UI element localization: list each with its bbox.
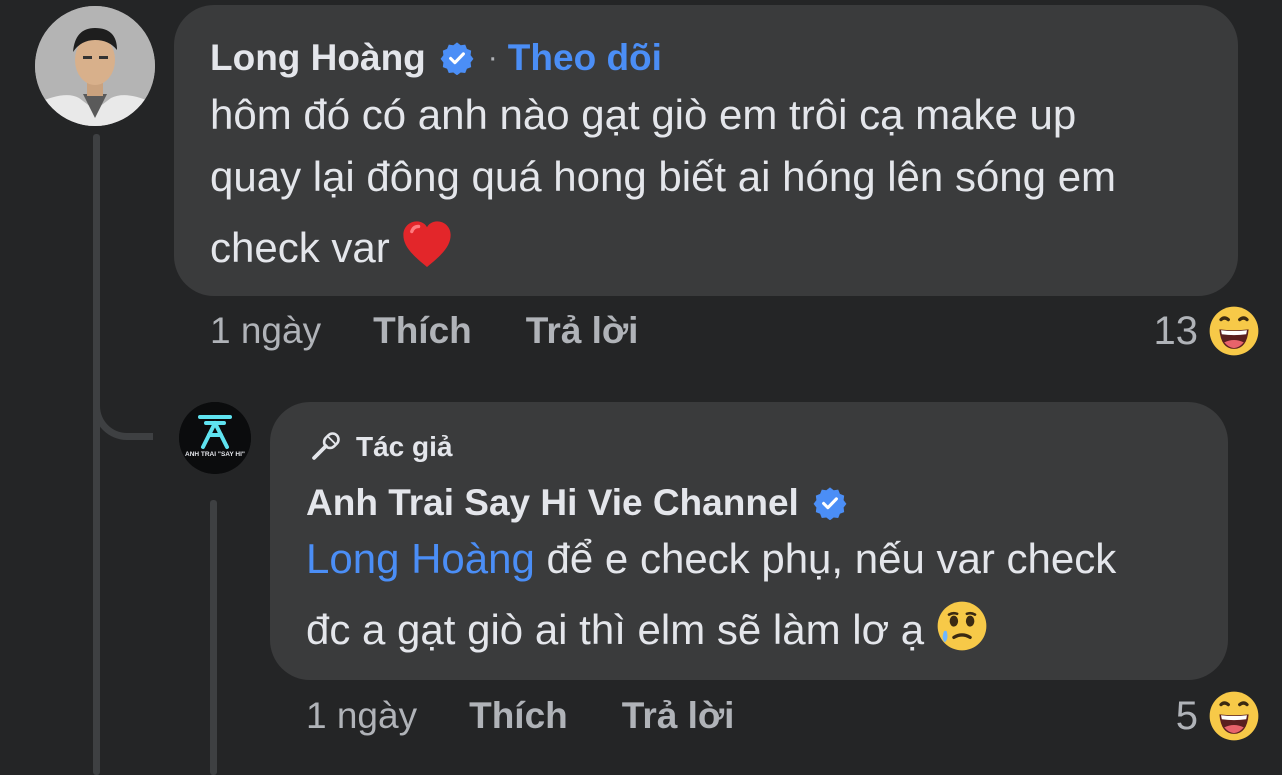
like-button[interactable]: Thích: [373, 310, 472, 352]
verified-badge-icon: [440, 42, 474, 75]
reply-button[interactable]: Trả lời: [526, 310, 639, 352]
comment-timestamp[interactable]: 1 ngày: [210, 310, 321, 352]
page-avatar[interactable]: ANH TRAI "SAY HI": [179, 402, 251, 474]
page-logo-text: ANH TRAI "SAY HI": [185, 451, 245, 458]
avatar[interactable]: [35, 6, 155, 126]
reply-reply-button[interactable]: Trả lời: [622, 695, 735, 737]
comment-thread: Long Hoàng · Theo dõi hôm đó có anh nào …: [0, 0, 1282, 775]
comment-author-row: Long Hoàng · Theo dõi: [210, 35, 662, 81]
comment-actions: 1 ngày Thích Trả lời: [210, 310, 638, 352]
reply-author-name[interactable]: Anh Trai Say Hi Vie Channel: [306, 482, 799, 524]
reply-thread-line: [210, 500, 217, 775]
face-holding-back-tears-icon: [937, 601, 987, 651]
verified-badge-icon: [813, 487, 847, 520]
reply-text-line: Long Hoàng để e check phụ, nếu var check: [306, 528, 1116, 590]
reply-actions: 1 ngày Thích Trả lời: [306, 695, 734, 737]
comment-text-line: quay lại đông quá hong biết ai hóng lên …: [210, 153, 1117, 200]
microphone-icon: [312, 432, 340, 460]
mention-link[interactable]: Long Hoàng: [306, 535, 535, 582]
grinning-sweat-emoji-icon: [1209, 306, 1259, 356]
reply-reaction-summary[interactable]: 5: [1176, 690, 1260, 742]
reply-author-row: Anh Trai Say Hi Vie Channel: [306, 480, 847, 526]
author-name[interactable]: Long Hoàng: [210, 37, 426, 79]
separator-dot: ·: [487, 41, 498, 74]
reply-timestamp[interactable]: 1 ngày: [306, 695, 417, 737]
comment-text: hôm đó có anh nào gạt giò em trôi cạ mak…: [210, 84, 1116, 280]
reply-text-line: đc a gạt giò ai thì elm sẽ làm lơ ạ: [306, 590, 1116, 662]
comment-text-tail: check var: [210, 224, 390, 271]
reaction-summary[interactable]: 13: [1154, 305, 1261, 357]
reply-text: Long Hoàng để e check phụ, nếu var check…: [306, 528, 1116, 662]
comment-text-line: hôm đó có anh nào gạt giò em trôi cạ mak…: [210, 91, 1077, 138]
grinning-sweat-emoji-icon: [1209, 691, 1259, 741]
comment-text-line-last: check var: [210, 208, 1116, 280]
reaction-count: 13: [1153, 308, 1199, 353]
author-badge: Tác giả: [306, 428, 452, 466]
reply-like-button[interactable]: Thích: [469, 695, 568, 737]
thread-connector: [93, 370, 153, 440]
author-badge-label: Tác giả: [356, 431, 453, 462]
reply-text-line2: đc a gạt giò ai thì elm sẽ làm lơ ạ: [306, 606, 925, 653]
follow-button[interactable]: Theo dõi: [508, 37, 662, 79]
thread-line: [93, 134, 100, 775]
reply-text-rest: để e check phụ, nếu var check: [534, 535, 1117, 582]
heart-icon: [403, 221, 451, 267]
reply-reaction-count: 5: [1175, 693, 1198, 738]
